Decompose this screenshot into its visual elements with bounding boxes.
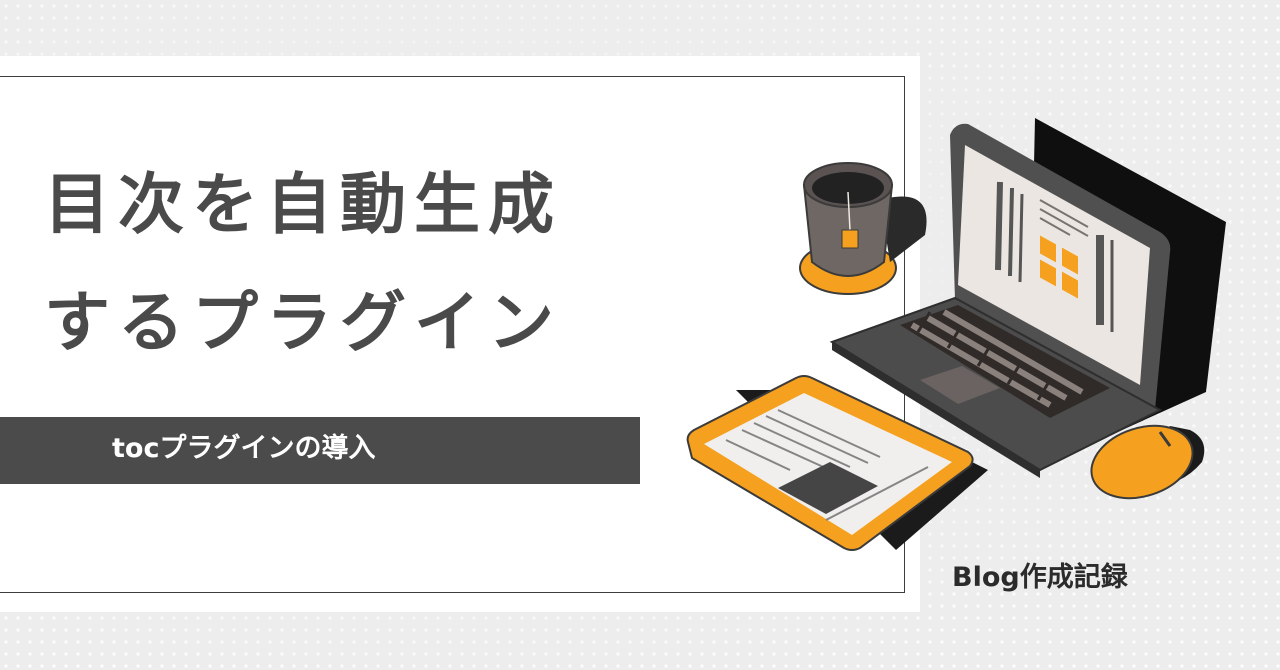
blog-label: Blog作成記録 — [952, 562, 1128, 593]
coffee-cup-icon — [799, 162, 927, 295]
tea-bag-icon — [841, 229, 859, 249]
